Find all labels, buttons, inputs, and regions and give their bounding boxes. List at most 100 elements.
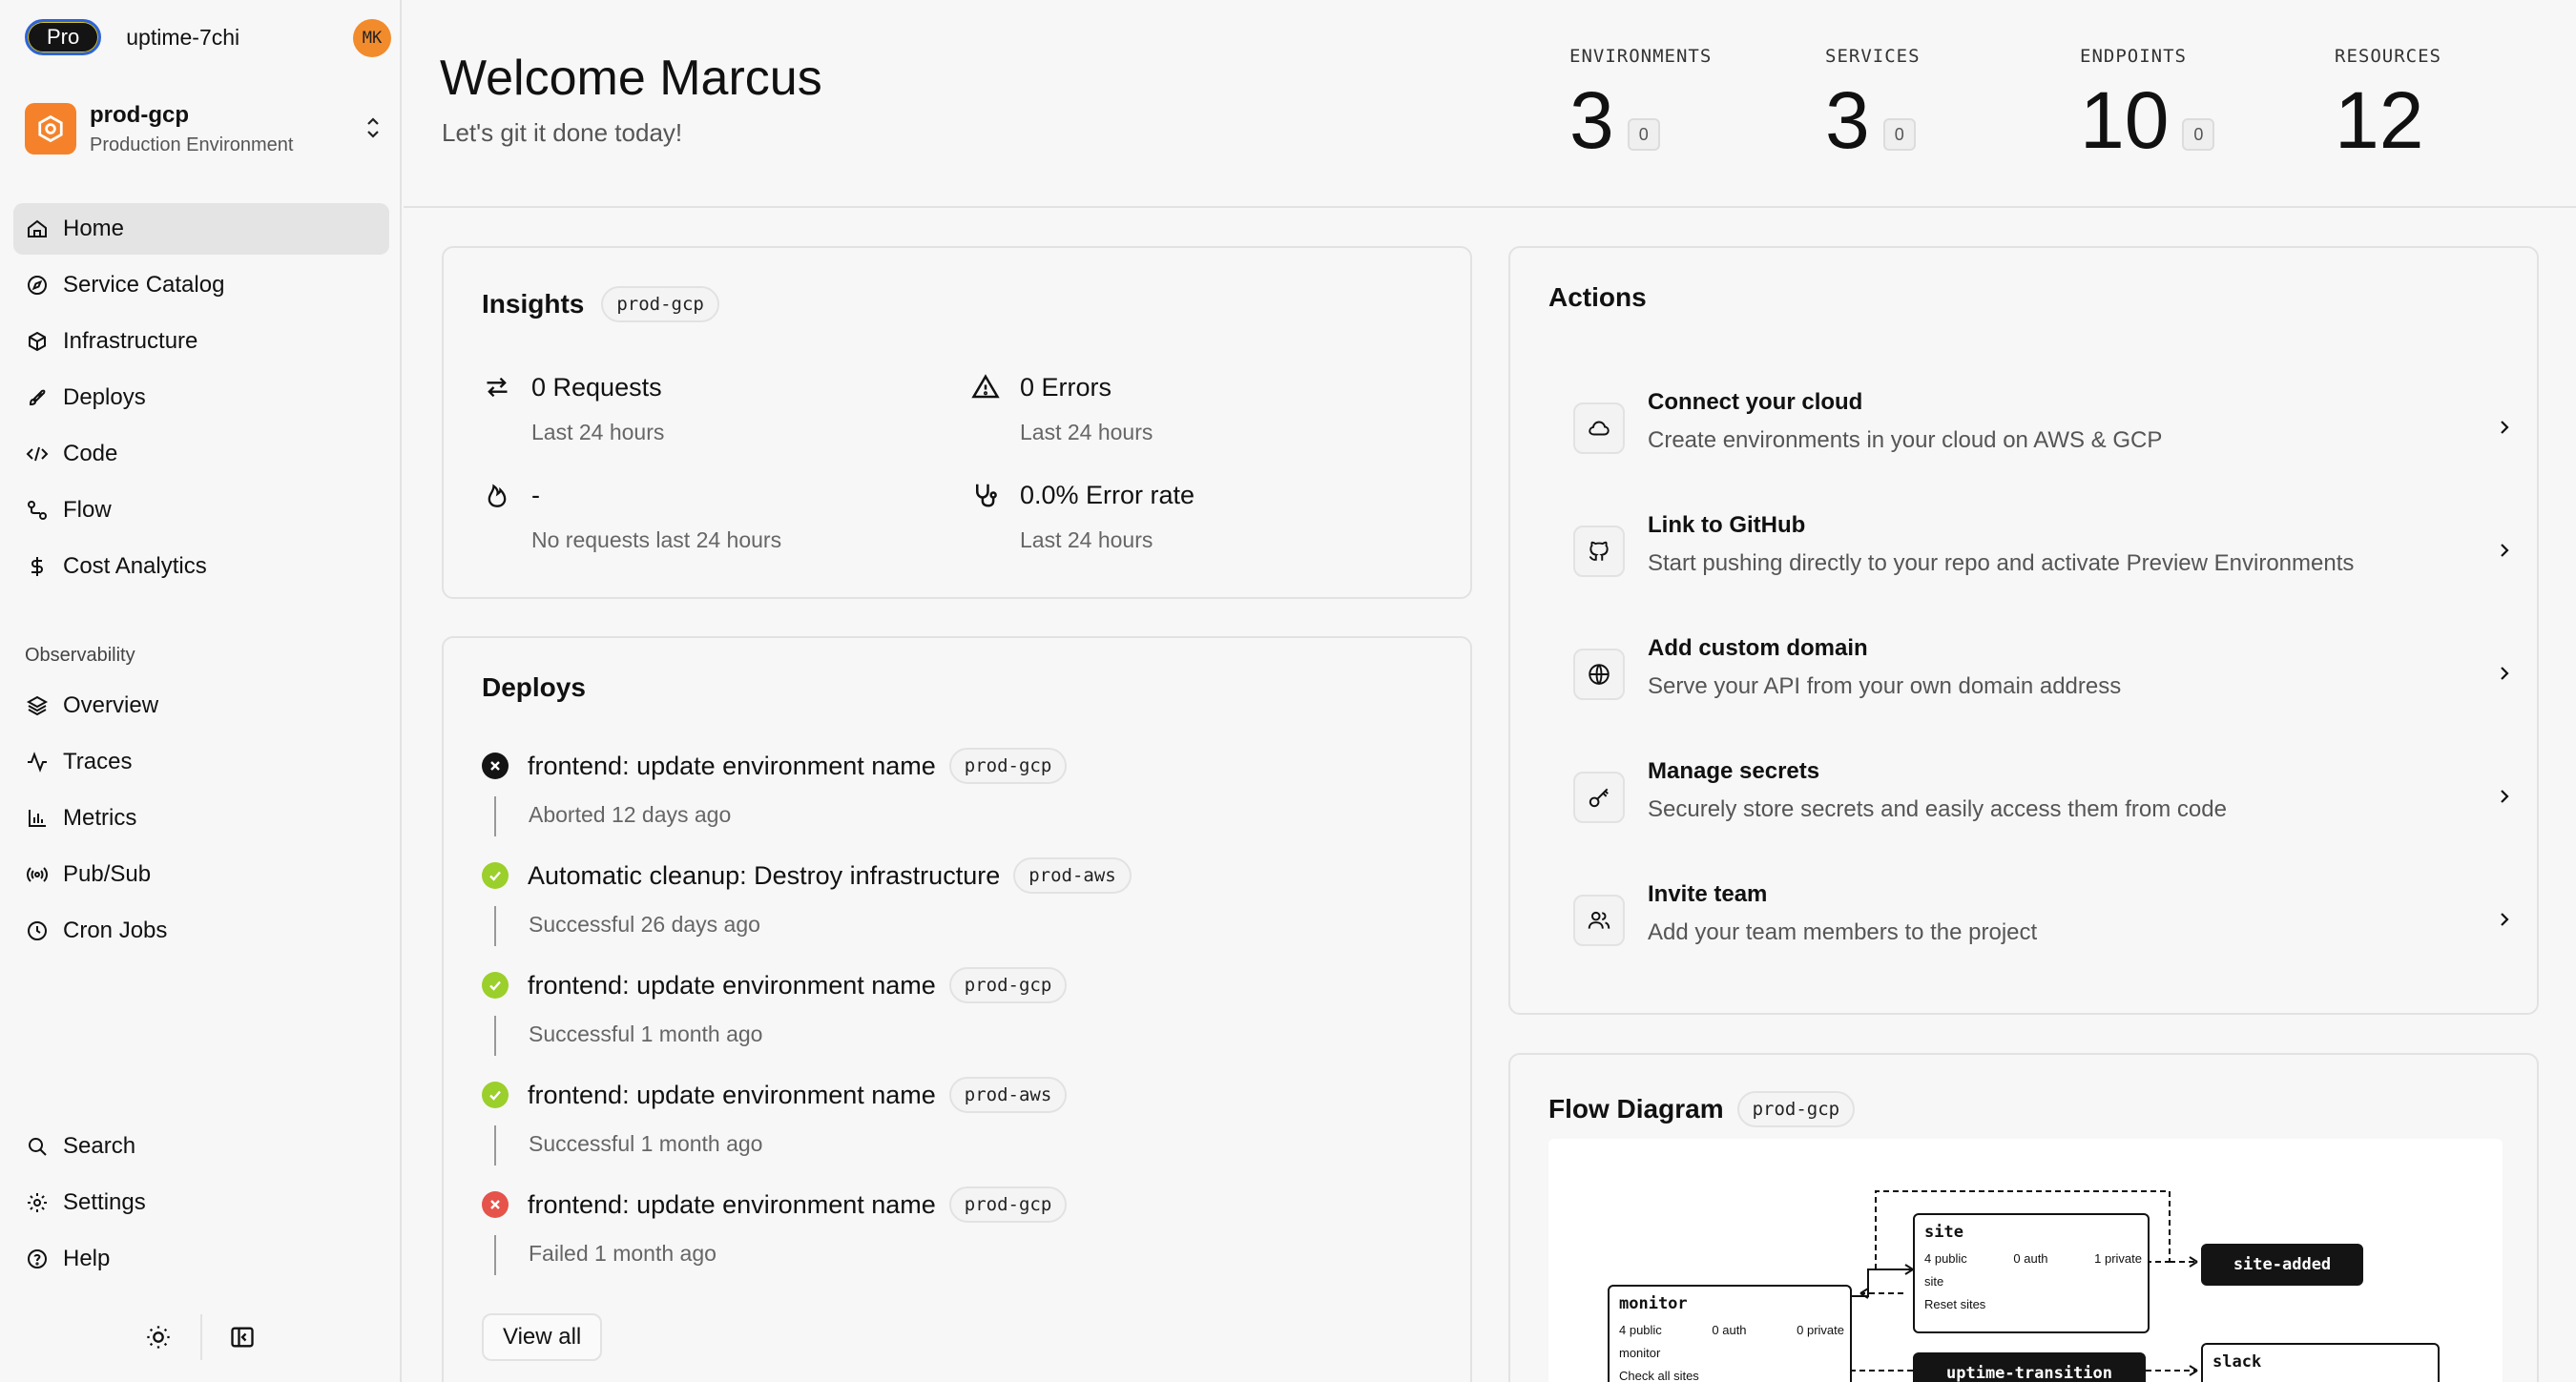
action-description: Securely store secrets and easily access… [1648, 796, 2227, 822]
nav-item-infrastructure[interactable]: Infrastructure [13, 316, 389, 367]
nav-item-cron-jobs[interactable]: Cron Jobs [13, 905, 389, 957]
nav-item-overview[interactable]: Overview [13, 680, 389, 732]
sidebar: Pro uptime-7chi MK prod-gcp Production E… [0, 0, 402, 1382]
home-icon [25, 217, 50, 241]
collapse-sidebar-icon[interactable] [229, 1324, 256, 1355]
flow-icon [25, 498, 50, 523]
flow-node-monitor[interactable]: monitor 4 public 0 auth 0 private monito… [1608, 1285, 1852, 1382]
deploy-message: frontend: update environment name [528, 1080, 936, 1109]
deploy-status: Aborted 12 days ago [529, 802, 732, 827]
env-tag: prod-gcp [601, 286, 719, 322]
action-title: Add custom domain [1648, 635, 1868, 661]
success-check-icon [482, 972, 509, 999]
flow-topic-uptime-transition[interactable]: uptime-transition [1913, 1352, 2146, 1382]
action-invite-team[interactable]: Invite team Add your team members to the… [1573, 881, 2509, 967]
action-title: Connect your cloud [1648, 389, 1863, 415]
insight-caption: Last 24 hours [1020, 527, 1153, 552]
nav-item-pubsub[interactable]: Pub/Sub [13, 849, 389, 900]
nav-item-deploys[interactable]: Deploys [13, 372, 389, 423]
utility-nav: Search Settings Help [13, 1121, 389, 1285]
action-link-github[interactable]: Link to GitHub Start pushing directly to… [1573, 512, 2509, 598]
stat-value: 3 [1825, 75, 1870, 165]
github-icon [1573, 526, 1625, 577]
deploy-item[interactable]: frontend: update environment name prod-a… [482, 1076, 1068, 1165]
bar-chart-icon [25, 806, 50, 831]
timeline-connector [494, 1016, 496, 1056]
nav-item-search[interactable]: Search [13, 1121, 389, 1172]
avatar[interactable]: MK [353, 19, 391, 57]
environment-switcher[interactable]: prod-gcp Production Environment [25, 99, 391, 158]
insight-errors: 0 Errors Last 24 hours [970, 372, 1153, 445]
theme-toggle-sun-icon[interactable] [145, 1324, 172, 1355]
env-tag: prod-gcp [948, 967, 1068, 1003]
nav-label: Service Catalog [63, 272, 225, 298]
deploy-item[interactable]: Automatic cleanup: Destroy infrastructur… [482, 856, 1132, 946]
stat-label: SERVICES [1825, 46, 1921, 67]
stat-label: RESOURCES [2335, 46, 2441, 67]
failed-status-icon [482, 1191, 509, 1218]
deploy-status: Successful 1 month ago [529, 1131, 763, 1156]
env-tag: prod-gcp [948, 1186, 1068, 1223]
deploy-item[interactable]: frontend: update environment name prod-g… [482, 966, 1068, 1056]
stat-label: ENVIRONMENTS [1569, 46, 1713, 67]
stat-services[interactable]: SERVICES 3 0 [1825, 46, 1921, 160]
stat-delta: 0 [2182, 118, 2215, 151]
nav-item-code[interactable]: Code [13, 428, 389, 480]
flow-diagram-title: Flow Diagram [1548, 1094, 1724, 1124]
deploy-message: Automatic cleanup: Destroy infrastructur… [528, 860, 1001, 890]
warning-triangle-icon [970, 372, 1001, 402]
welcome-subtitle: Let's git it done today! [442, 118, 683, 147]
node-cron: Reset sites [1924, 1297, 1986, 1311]
stat-environments[interactable]: ENVIRONMENTS 3 0 [1569, 46, 1712, 160]
nav-label: Cost Analytics [63, 553, 207, 579]
nav-item-traces[interactable]: Traces [13, 736, 389, 788]
flow-node-site[interactable]: site 4 public 0 auth 1 private site Rese… [1913, 1213, 2150, 1333]
insight-caption: No requests last 24 hours [531, 527, 782, 552]
code-icon [25, 442, 50, 466]
deploy-item[interactable]: frontend: update environment name prod-g… [482, 747, 1068, 836]
action-manage-secrets[interactable]: Manage secrets Securely store secrets an… [1573, 758, 2509, 844]
env-tag: prod-gcp [1736, 1091, 1856, 1127]
nav-label: Metrics [63, 805, 137, 831]
globe-icon [1573, 649, 1625, 700]
gear-icon [25, 1190, 50, 1215]
nav-item-settings[interactable]: Settings [13, 1177, 389, 1228]
action-title: Invite team [1648, 881, 1768, 907]
deploy-status: Successful 26 days ago [529, 912, 760, 937]
insight-latency: - No requests last 24 hours [482, 480, 781, 553]
flow-node-slack[interactable]: slack [2201, 1343, 2440, 1382]
endpoint-private-count: 1 private [2094, 1251, 2142, 1266]
flow-diagram-canvas[interactable]: site 4 public 0 auth 1 private site Rese… [1548, 1139, 2503, 1382]
timeline-connector [494, 1125, 496, 1165]
action-description: Create environments in your cloud on AWS… [1648, 427, 2163, 453]
action-connect-cloud[interactable]: Connect your cloud Create environments i… [1573, 389, 2509, 475]
nav-item-metrics[interactable]: Metrics [13, 793, 389, 844]
view-all-button[interactable]: View all [482, 1313, 603, 1361]
endpoint-auth-count: 0 auth [2013, 1251, 2048, 1266]
node-database: monitor [1619, 1346, 1661, 1360]
stat-resources[interactable]: RESOURCES 12 [2335, 46, 2441, 160]
arrows-exchange-icon [482, 372, 512, 402]
nav-item-home[interactable]: Home [13, 203, 389, 255]
nav-item-cost-analytics[interactable]: Cost Analytics [13, 541, 389, 592]
action-title: Manage secrets [1648, 758, 1820, 784]
stat-endpoints[interactable]: ENDPOINTS 10 0 [2080, 46, 2215, 160]
action-add-custom-domain[interactable]: Add custom domain Serve your API from yo… [1573, 635, 2509, 721]
flow-topic-site-added[interactable]: site-added [2201, 1244, 2363, 1286]
stat-delta: 0 [1882, 118, 1916, 151]
nav-label: Deploys [63, 384, 146, 410]
actions-card: Actions Connect your cloud Create enviro… [1508, 246, 2539, 1015]
deploy-status: Failed 1 month ago [529, 1241, 717, 1266]
deploy-item[interactable]: frontend: update environment name prod-g… [482, 1186, 1068, 1275]
insight-error-rate: 0.0% Error rate Last 24 hours [970, 480, 1195, 553]
nav-item-service-catalog[interactable]: Service Catalog [13, 259, 389, 311]
observability-section-label: Observability [25, 645, 135, 666]
nav-item-help[interactable]: Help [13, 1233, 389, 1285]
node-cron: Check all sites [1619, 1369, 1699, 1382]
chevron-right-icon [2495, 416, 2514, 443]
endpoint-public-count: 4 public [1619, 1323, 1662, 1337]
nav-label: Help [63, 1246, 111, 1271]
org-switcher[interactable]: Pro uptime-7chi MK [25, 19, 391, 57]
nav-item-flow[interactable]: Flow [13, 485, 389, 536]
stat-label: ENDPOINTS [2080, 46, 2187, 67]
